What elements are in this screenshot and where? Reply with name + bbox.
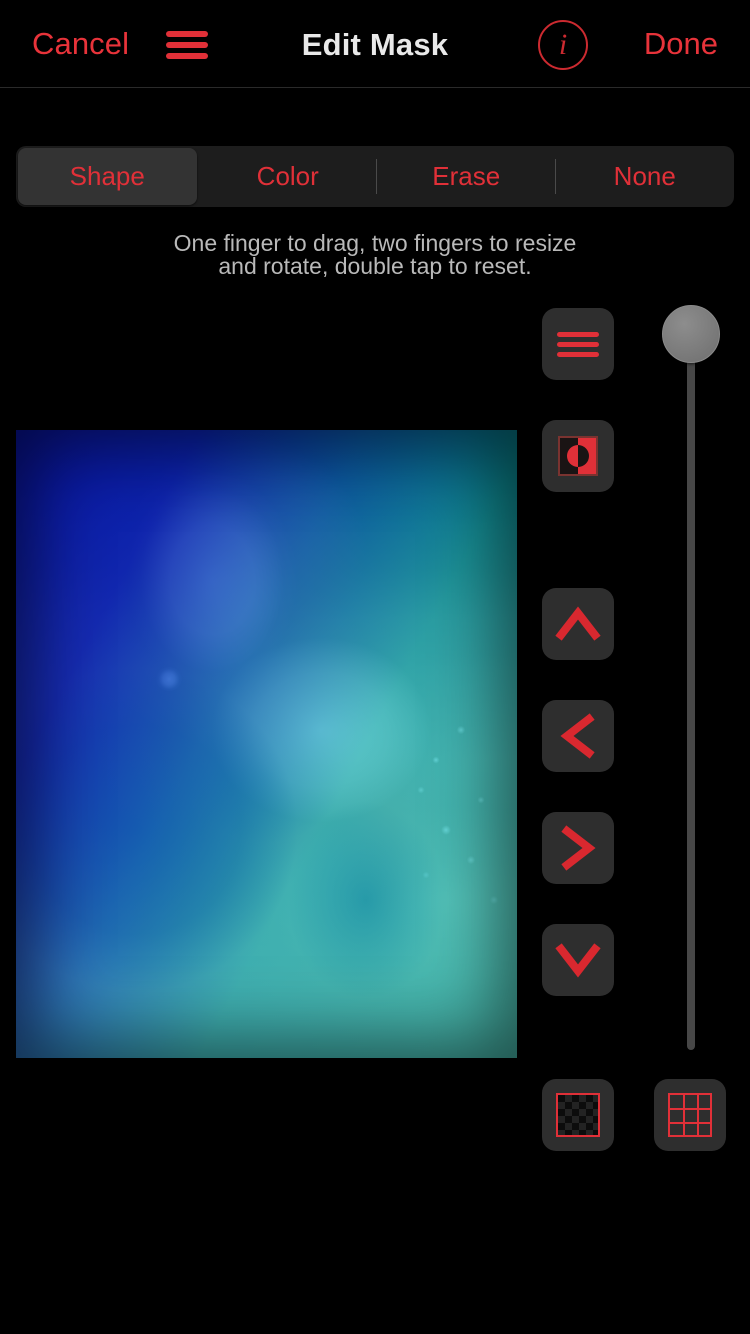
page-title: Edit Mask (301, 27, 449, 62)
info-glyph: i (558, 28, 568, 61)
invert-mask-button[interactable] (542, 420, 614, 492)
layers-button[interactable] (542, 308, 614, 380)
chevron-right-icon (561, 825, 596, 871)
mask-mode-segmented-control[interactable]: Shape Color Erase None (16, 146, 734, 207)
layers-bar (557, 342, 599, 347)
nudge-up-button[interactable] (542, 588, 614, 660)
segment-label: None (613, 161, 676, 191)
grid-icon (668, 1093, 712, 1137)
segment-label: Erase (432, 161, 501, 191)
tab-shape[interactable]: Shape (18, 148, 197, 205)
info-icon[interactable]: i (538, 20, 588, 70)
tab-none[interactable]: None (556, 146, 735, 207)
grid-line (670, 1122, 710, 1124)
grid-line (670, 1108, 710, 1110)
mask-opacity-slider[interactable] (662, 305, 720, 1050)
layers-icon (557, 332, 599, 357)
done-button[interactable]: Done (644, 24, 718, 64)
checkerboard-icon (556, 1093, 600, 1137)
grid-line (697, 1095, 699, 1135)
photo-canvas[interactable] (16, 430, 517, 1058)
photo-vignette (16, 430, 517, 1058)
slider-track[interactable] (687, 335, 695, 1050)
transparency-button[interactable] (542, 1079, 614, 1151)
tab-color[interactable]: Color (199, 146, 377, 207)
nudge-left-button[interactable] (542, 700, 614, 772)
grid-overlay-button[interactable] (654, 1079, 726, 1151)
layers-bar (557, 352, 599, 357)
chevron-left-icon (560, 713, 595, 759)
navigation-bar: Cancel Edit Mask i Done (0, 0, 750, 88)
layers-bar (557, 332, 599, 337)
segment-label: Shape (69, 161, 145, 191)
chevron-down-icon (555, 943, 601, 978)
chevron-up-icon (555, 606, 601, 641)
nudge-down-button[interactable] (542, 924, 614, 996)
segment-label: Color (256, 161, 319, 191)
invert-mask-icon (558, 436, 598, 476)
grid-line (683, 1095, 685, 1135)
gesture-hint-text: One finger to drag, two fingers to resiz… (173, 230, 577, 279)
tab-erase[interactable]: Erase (377, 146, 556, 207)
slider-knob[interactable] (662, 305, 720, 363)
nudge-right-button[interactable] (542, 812, 614, 884)
